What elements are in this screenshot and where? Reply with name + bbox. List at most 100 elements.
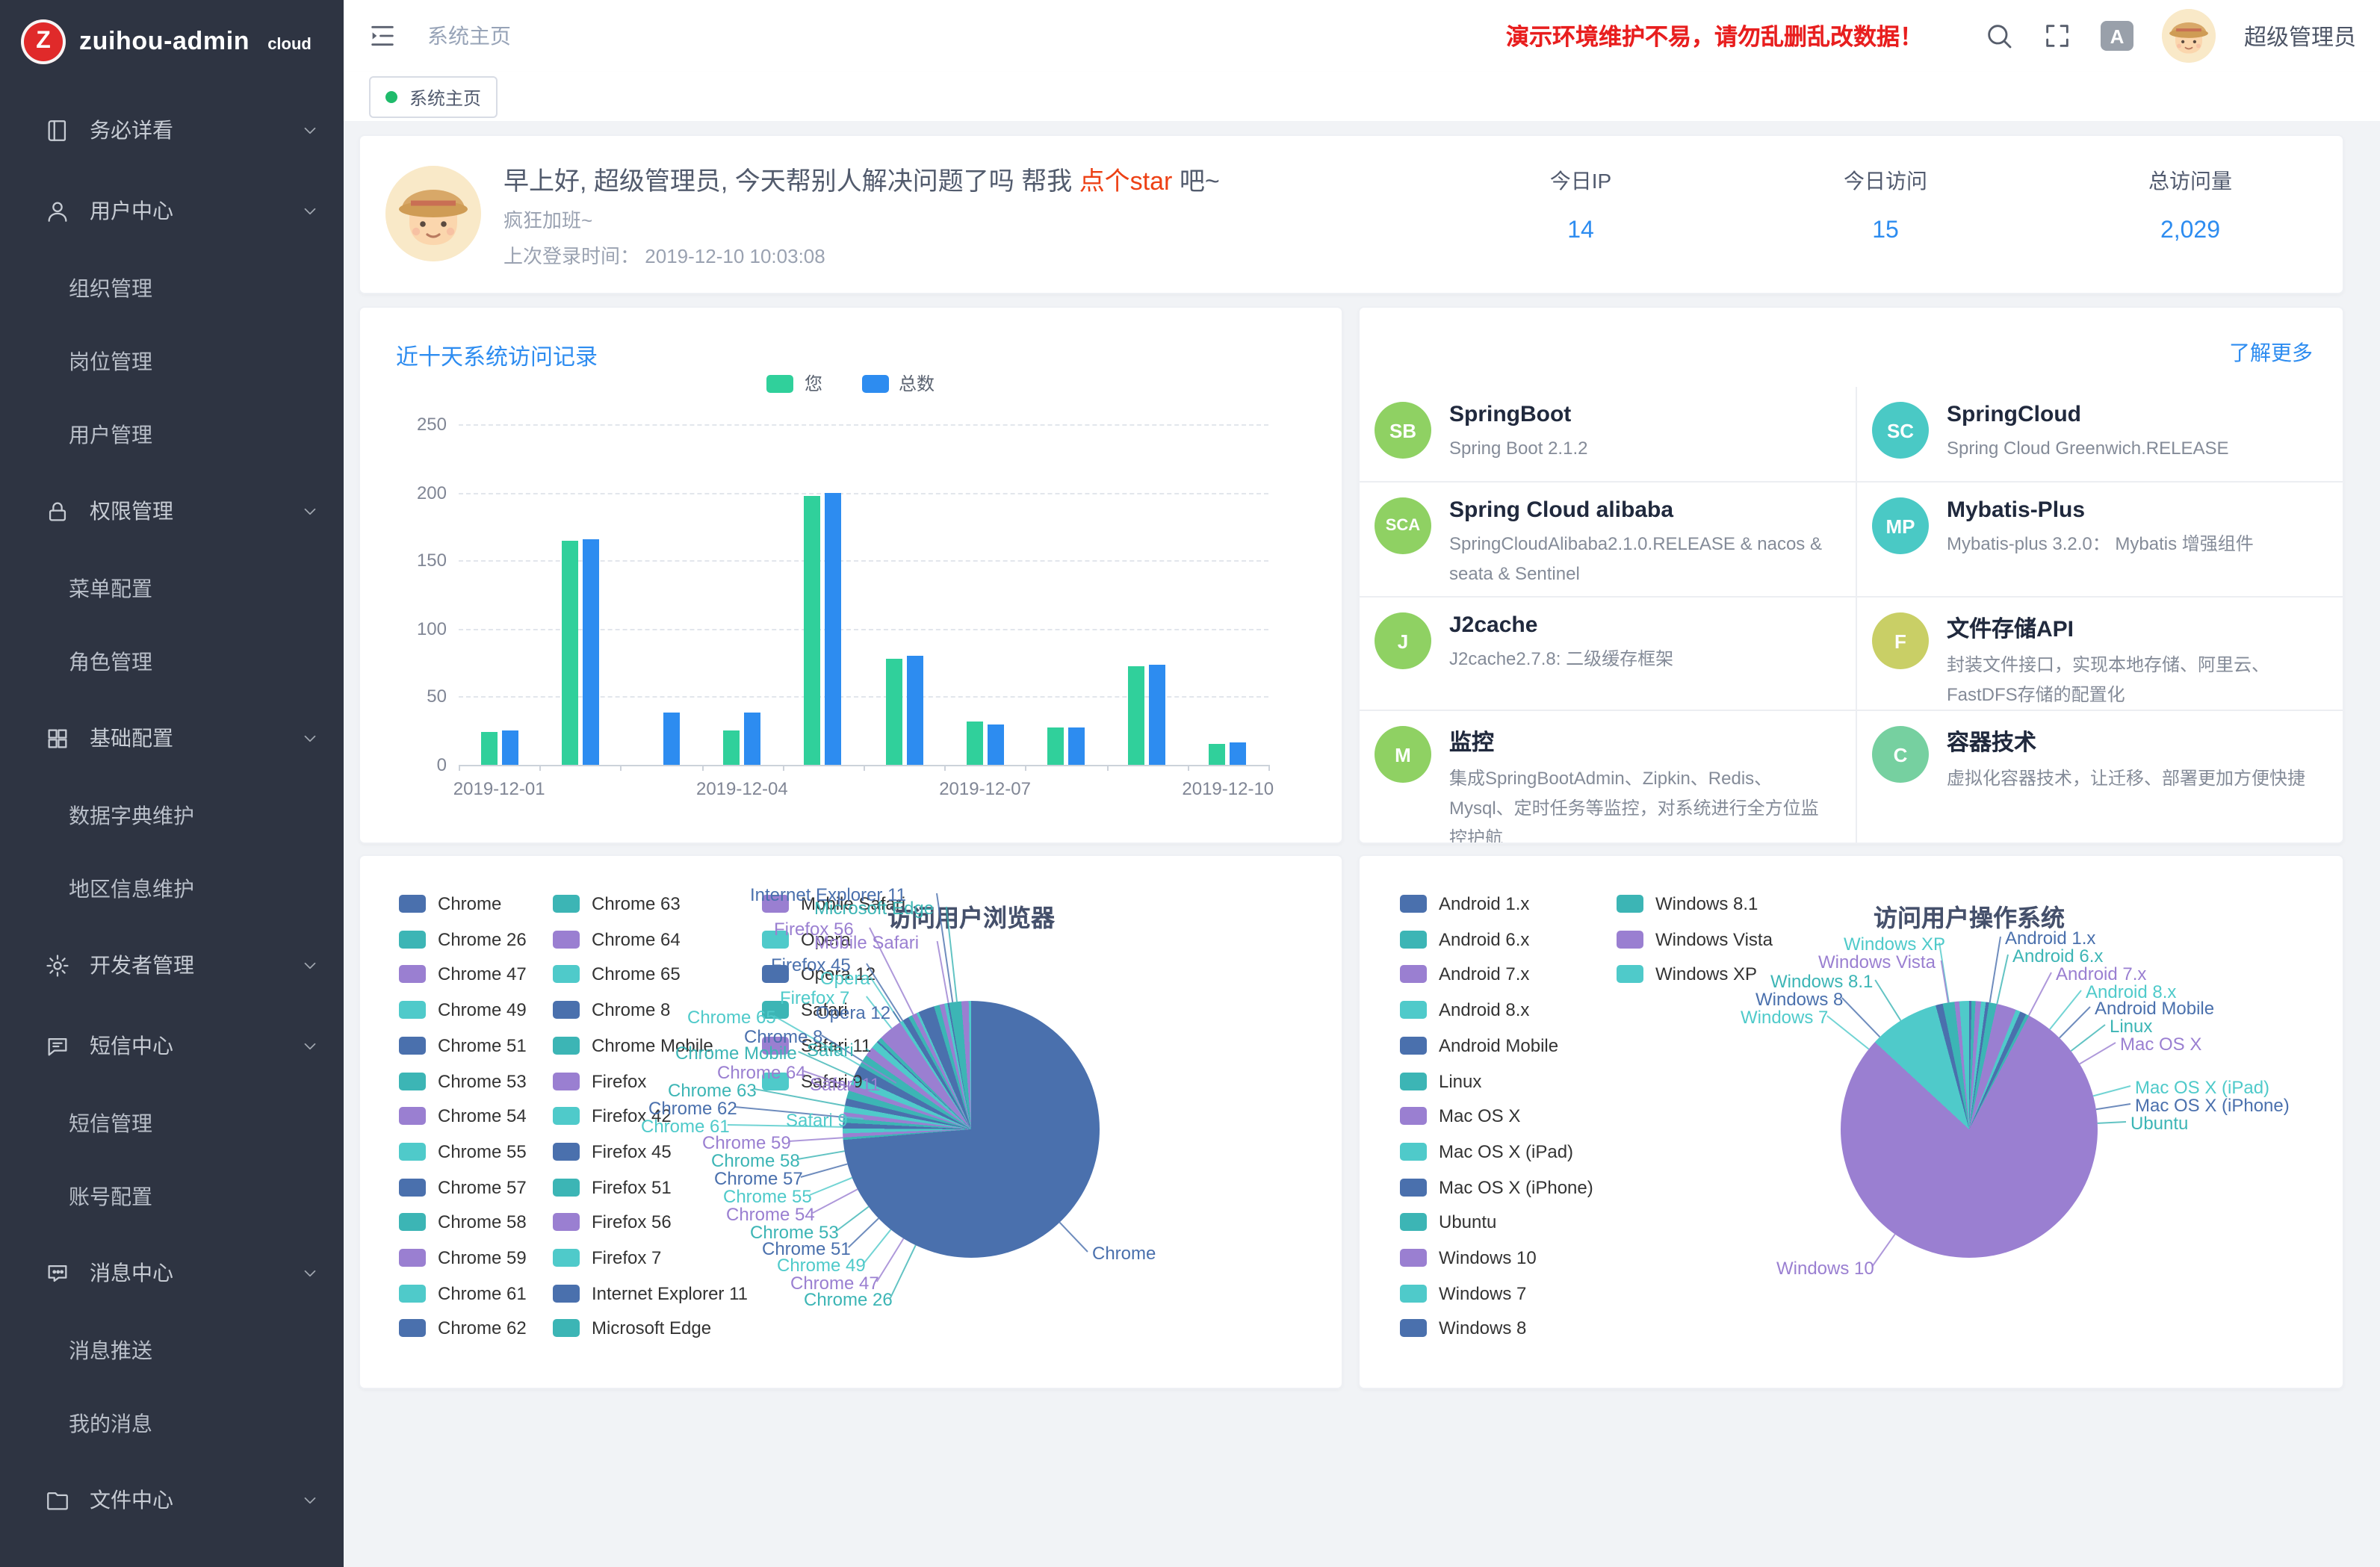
legend-swatch — [553, 1249, 580, 1267]
legend-item[interactable]: Android Mobile — [1400, 1035, 1558, 1056]
sidebar-subitem[interactable]: 地区信息维护 — [0, 851, 344, 925]
bar-总数 — [906, 656, 923, 765]
sidebar-item-notebook[interactable]: 务必详看 — [0, 90, 344, 170]
legend-item[interactable]: Windows XP — [1617, 964, 1757, 985]
legend-item[interactable]: Chrome 58 — [399, 1212, 527, 1233]
sidebar-item-gear[interactable]: 开发者管理 — [0, 925, 344, 1005]
font-size-icon[interactable]: A — [2101, 21, 2133, 51]
legend-item[interactable]: Chrome 26 — [399, 928, 527, 949]
legend-swatch — [553, 1178, 580, 1196]
legend-item[interactable]: Chrome 64 — [553, 928, 681, 949]
legend-item[interactable]: Chrome 57 — [399, 1176, 527, 1197]
bar-总数 — [1149, 665, 1165, 765]
legend-item[interactable]: Android 6.x — [1400, 928, 1529, 949]
chevron-down-icon — [300, 1263, 320, 1282]
app-logo[interactable]: Z zuihou-admin cloud — [0, 0, 344, 84]
legend-item[interactable]: Windows 10 — [1400, 1247, 1537, 1268]
sidebar-item-folder[interactable]: 文件中心 — [0, 1459, 344, 1540]
legend-item[interactable]: Android 1.x — [1400, 893, 1529, 914]
sidebar-item-label: 消息中心 — [90, 1258, 173, 1288]
legend-item[interactable]: Internet Explorer 11 — [553, 1282, 748, 1303]
legend-label: Chrome 55 — [438, 1141, 527, 1162]
star-link[interactable]: 点个star — [1079, 167, 1173, 196]
x-axis-label: 2019-12-04 — [675, 778, 809, 799]
search-icon[interactable] — [1984, 21, 2014, 51]
legend-item[interactable]: Chrome 8 — [553, 999, 670, 1020]
legend-item[interactable]: Firefox 45 — [553, 1141, 672, 1162]
framework-tile: SCSpringCloudSpring Cloud Greenwich.RELE… — [1856, 387, 2343, 482]
sidebar-collapse-button[interactable] — [368, 21, 397, 51]
os-pie-chart[interactable] — [1841, 1001, 2098, 1258]
legend-item[interactable]: Android 7.x — [1400, 964, 1529, 985]
legend-item[interactable]: Firefox 56 — [553, 1212, 672, 1233]
legend-item[interactable]: Chrome 55 — [399, 1141, 527, 1162]
username-text[interactable]: 超级管理员 — [2244, 20, 2356, 52]
legend-item[interactable]: Firefox 7 — [553, 1247, 661, 1268]
legend-item[interactable]: Chrome 62 — [399, 1318, 527, 1339]
framework-desc: 虚拟化容器技术，让迁移、部署更加方便快捷 — [1947, 765, 2305, 795]
legend-item[interactable]: Windows 8.1 — [1617, 893, 1758, 914]
legend-item[interactable]: Mac OS X (iPhone) — [1400, 1176, 1593, 1197]
legend-item[interactable]: Ubuntu — [1400, 1212, 1496, 1233]
legend-item[interactable]: Firefox — [553, 1070, 646, 1091]
sidebar-subitem[interactable]: 菜单配置 — [0, 551, 344, 624]
sidebar-item-user[interactable]: 用户中心 — [0, 170, 344, 251]
legend-swatch — [1400, 1214, 1427, 1232]
stats-row: 今日IP14今日访问15总访问量2,029 — [1428, 166, 2343, 245]
user-avatar[interactable] — [2162, 9, 2216, 63]
sidebar-item-lock[interactable]: 权限管理 — [0, 471, 344, 551]
legend-swatch — [1400, 1001, 1427, 1019]
legend-label: Windows 8.1 — [1655, 893, 1758, 914]
legend-item[interactable]: Chrome 47 — [399, 964, 527, 985]
breadcrumb[interactable]: 系统主页 — [427, 21, 511, 51]
sidebar-item-message[interactable]: 消息中心 — [0, 1232, 344, 1313]
sidebar-subitem[interactable]: 角色管理 — [0, 624, 344, 698]
fullscreen-icon[interactable] — [2042, 21, 2072, 51]
legend-item[interactable]: Chrome 63 — [553, 893, 681, 914]
legend-item[interactable]: Linux — [1400, 1070, 1481, 1091]
user-icon — [45, 198, 70, 223]
grid-icon — [45, 725, 70, 751]
bar-总数 — [583, 539, 599, 765]
framework-badge: M — [1375, 726, 1431, 783]
legend-item[interactable]: Android 8.x — [1400, 999, 1529, 1020]
sidebar-item-sms[interactable]: 短信中心 — [0, 1005, 344, 1086]
tab-home[interactable]: 系统主页 — [369, 76, 498, 118]
tab-active-dot — [385, 91, 397, 103]
sidebar-item-grid[interactable]: 基础配置 — [0, 698, 344, 778]
legend-item[interactable]: Chrome 53 — [399, 1070, 527, 1091]
legend-label: Android 8.x — [1439, 999, 1529, 1020]
last-login-label: 上次登录时间： — [503, 245, 639, 267]
sidebar-subitem[interactable]: 短信管理 — [0, 1086, 344, 1159]
legend-item[interactable]: Chrome 49 — [399, 999, 527, 1020]
sidebar-subitem[interactable]: 我的消息 — [0, 1386, 344, 1459]
sidebar-subitem[interactable]: 账号配置 — [0, 1159, 344, 1232]
legend-item[interactable]: Microsoft Edge — [553, 1318, 711, 1339]
legend-item[interactable]: Chrome 65 — [553, 964, 681, 985]
learn-more-link[interactable]: 了解更多 — [2229, 338, 2313, 367]
sidebar-subitem[interactable]: 用户管理 — [0, 397, 344, 471]
legend-item[interactable]: Chrome 61 — [399, 1282, 527, 1303]
legend-item[interactable]: Windows 8 — [1400, 1318, 1526, 1339]
x-axis-tick — [459, 765, 460, 771]
framework-title: 文件存储API — [1947, 612, 2322, 644]
legend-swatch — [1617, 895, 1643, 913]
sidebar-subitem[interactable]: 消息推送 — [0, 1313, 344, 1386]
chevron-down-icon — [300, 120, 320, 140]
legend-item[interactable]: Chrome 51 — [399, 1035, 527, 1056]
browser-pie-chart[interactable] — [843, 1001, 1100, 1258]
legend-item[interactable]: Chrome 54 — [399, 1105, 527, 1126]
sidebar-nav: 务必详看用户中心组织管理岗位管理用户管理权限管理菜单配置角色管理基础配置数据字典… — [0, 84, 344, 1540]
legend-label: Firefox 45 — [592, 1141, 672, 1162]
legend-item[interactable]: Mac OS X — [1400, 1105, 1520, 1126]
sidebar-subitem[interactable]: 组织管理 — [0, 251, 344, 324]
legend-item[interactable]: Chrome 59 — [399, 1247, 527, 1268]
legend-item[interactable]: Firefox 51 — [553, 1176, 672, 1197]
legend-item[interactable]: Windows Vista — [1617, 928, 1773, 949]
sidebar-subitem[interactable]: 数据字典维护 — [0, 778, 344, 851]
legend-item[interactable]: Mac OS X (iPad) — [1400, 1141, 1573, 1162]
last-login: 上次登录时间： 2019-12-10 10:03:08 — [503, 241, 825, 269]
legend-item[interactable]: Chrome — [399, 893, 501, 914]
legend-item[interactable]: Windows 7 — [1400, 1282, 1526, 1303]
sidebar-subitem[interactable]: 岗位管理 — [0, 324, 344, 397]
